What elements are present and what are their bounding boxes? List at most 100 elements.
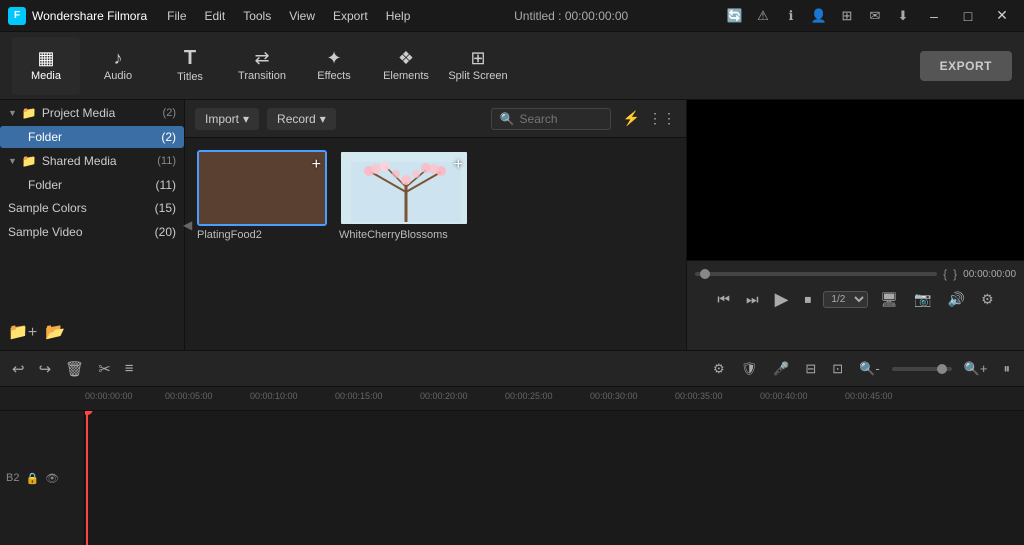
alert-icon[interactable]: ⚠ bbox=[752, 5, 774, 27]
skip-back-icon[interactable]: ⏮ bbox=[713, 289, 734, 310]
track-eye-icon[interactable]: 👁 bbox=[45, 472, 59, 485]
pip-icon[interactable]: ⊡ bbox=[828, 359, 847, 379]
effects-icon: ✦ bbox=[326, 49, 341, 67]
sample-colors-item[interactable]: Sample Colors (15) bbox=[0, 196, 184, 220]
food-thumbnail[interactable]: + bbox=[197, 150, 327, 226]
sample-video-item[interactable]: Sample Video (20) bbox=[0, 220, 184, 244]
shield-icon[interactable]: 🛡 bbox=[737, 359, 762, 379]
import-button[interactable]: Import ▾ bbox=[195, 108, 259, 130]
shared-folder-count: (11) bbox=[156, 178, 176, 192]
adjust-button[interactable]: ≡ bbox=[123, 358, 136, 379]
text-icon[interactable]: ⊟ bbox=[801, 359, 820, 379]
menu-file[interactable]: File bbox=[159, 7, 194, 25]
slider-thumb[interactable] bbox=[700, 269, 710, 279]
close-button[interactable]: ✕ bbox=[988, 5, 1016, 27]
shared-media-count: (11) bbox=[157, 155, 176, 167]
cut-button[interactable]: ✂ bbox=[96, 358, 113, 380]
record-dropdown-icon: ▾ bbox=[320, 112, 326, 126]
media-item-food[interactable]: + PlatingFood2 bbox=[197, 150, 327, 241]
sample-colors-count: (15) bbox=[155, 201, 176, 215]
menu-export[interactable]: Export bbox=[325, 7, 376, 25]
search-box[interactable]: 🔍 bbox=[491, 108, 611, 130]
gear-icon[interactable]: ⚙ bbox=[709, 359, 729, 379]
toolbar-audio[interactable]: ♪ Audio bbox=[84, 37, 152, 95]
app-name: Wondershare Filmora bbox=[32, 9, 147, 23]
toolbar-media[interactable]: ▦ Media bbox=[12, 37, 80, 95]
toolbar-split-screen[interactable]: ⊞ Split Screen bbox=[444, 37, 512, 95]
frame-back-icon[interactable]: ⏭ bbox=[742, 289, 763, 310]
redo-button[interactable]: ↪ bbox=[37, 358, 54, 380]
ruler-mark-2: 00:00:10:00 bbox=[250, 391, 298, 401]
export-button[interactable]: EXPORT bbox=[920, 51, 1012, 81]
sync-icon[interactable]: 🔄 bbox=[724, 5, 746, 27]
add-cherry-icon[interactable]: + bbox=[454, 156, 463, 174]
app-logo-area: F Wondershare Filmora bbox=[8, 7, 147, 25]
media-item-cherry[interactable]: + WhiteCherryBlossoms bbox=[339, 150, 469, 241]
add-to-timeline-icon[interactable]: + bbox=[312, 156, 321, 174]
slider-track[interactable] bbox=[695, 272, 937, 276]
split-screen-icon: ⊞ bbox=[470, 49, 485, 67]
record-button[interactable]: Record ▾ bbox=[267, 108, 336, 130]
project-media-arrow: ▼ bbox=[8, 108, 17, 118]
zoom-thumb bbox=[937, 364, 947, 374]
ruler-mark-5: 00:00:25:00 bbox=[505, 391, 553, 401]
pause-icon[interactable]: ⏸ bbox=[1000, 359, 1015, 379]
add-folder-icon[interactable]: 📁+ bbox=[8, 322, 37, 342]
download-icon[interactable]: ⬇ bbox=[892, 5, 914, 27]
track-content[interactable] bbox=[85, 411, 1024, 545]
project-folder-item[interactable]: Folder (2) bbox=[0, 126, 184, 148]
minimize-button[interactable]: – bbox=[920, 5, 948, 27]
panel-bottom-icons: 📁+ 📂 bbox=[0, 314, 184, 350]
filter-icon[interactable]: ⚡ bbox=[623, 110, 640, 127]
project-folder-label: Folder bbox=[28, 130, 62, 144]
grid-view-icon[interactable]: ⋮⋮ bbox=[648, 110, 676, 127]
stop-button[interactable]: ⏹ bbox=[800, 289, 815, 310]
sample-video-label: Sample Video bbox=[8, 225, 83, 239]
volume-icon[interactable]: 🔊 bbox=[944, 289, 969, 310]
maximize-button[interactable]: □ bbox=[954, 5, 982, 27]
screen-icon[interactable]: 🖥 bbox=[876, 289, 902, 310]
mail-icon[interactable]: ✉ bbox=[864, 5, 886, 27]
zoom-out-icon[interactable]: 🔍- bbox=[855, 359, 884, 379]
content-area: Import ▾ Record ▾ 🔍 ⚡ ⋮⋮ bbox=[185, 100, 686, 350]
zoom-in-icon[interactable]: 🔍+ bbox=[960, 359, 992, 379]
time-slider: { } 00:00:00:00 bbox=[695, 267, 1016, 281]
toolbar-effects[interactable]: ✦ Effects bbox=[300, 37, 368, 95]
toolbar-titles[interactable]: T Titles bbox=[156, 37, 224, 95]
zoom-slider[interactable] bbox=[892, 367, 952, 371]
snapshot-icon[interactable]: 📷 bbox=[910, 289, 935, 310]
settings-icon[interactable]: ⚙ bbox=[977, 289, 998, 310]
playhead bbox=[86, 411, 88, 545]
play-button[interactable]: ▶ bbox=[771, 287, 793, 312]
main-area: ▼ 📁 Project Media (2) Folder (2) ▼ 📁 Sha… bbox=[0, 100, 1024, 350]
media-label: Media bbox=[31, 70, 61, 82]
track-lock-icon[interactable]: 🔒 bbox=[25, 472, 39, 485]
shared-media-header[interactable]: ▼ 📁 Shared Media (11) bbox=[0, 148, 184, 174]
search-input[interactable] bbox=[520, 112, 600, 126]
menu-tools[interactable]: Tools bbox=[235, 7, 279, 25]
menu-view[interactable]: View bbox=[281, 7, 323, 25]
undo-button[interactable]: ↩ bbox=[10, 358, 27, 380]
transition-icon: ⇄ bbox=[254, 49, 269, 67]
menu-help[interactable]: Help bbox=[378, 7, 419, 25]
shared-folder-item[interactable]: Folder (11) bbox=[0, 174, 184, 196]
menu-edit[interactable]: Edit bbox=[197, 7, 234, 25]
new-folder-icon[interactable]: 📂 bbox=[45, 322, 65, 342]
cherry-thumbnail[interactable]: + bbox=[339, 150, 469, 226]
toolbar-transition[interactable]: ⇄ Transition bbox=[228, 37, 296, 95]
grid-icon[interactable]: ⊞ bbox=[836, 5, 858, 27]
project-media-header[interactable]: ▼ 📁 Project Media (2) bbox=[0, 100, 184, 126]
content-toolbar: Import ▾ Record ▾ 🔍 ⚡ ⋮⋮ bbox=[185, 100, 686, 138]
menu-bar: File Edit Tools View Export Help bbox=[159, 7, 418, 25]
track-b-icon: B2 bbox=[6, 472, 19, 484]
toolbar-elements[interactable]: ❖ Elements bbox=[372, 37, 440, 95]
titlebar-icons: 🔄 ⚠ ℹ 👤 ⊞ ✉ ⬇ – □ ✕ bbox=[724, 5, 1016, 27]
quality-select[interactable]: 1/2 Full 1/4 bbox=[823, 291, 868, 308]
account-icon[interactable]: 👤 bbox=[808, 5, 830, 27]
info-icon[interactable]: ℹ bbox=[780, 5, 802, 27]
food-label: PlatingFood2 bbox=[197, 229, 327, 241]
panel-collapse-arrow[interactable]: ◀ bbox=[183, 218, 192, 232]
delete-button[interactable]: 🗑 bbox=[63, 358, 86, 380]
mic-icon[interactable]: 🎤 bbox=[769, 359, 793, 379]
media-grid: + PlatingFood2 bbox=[185, 138, 686, 350]
